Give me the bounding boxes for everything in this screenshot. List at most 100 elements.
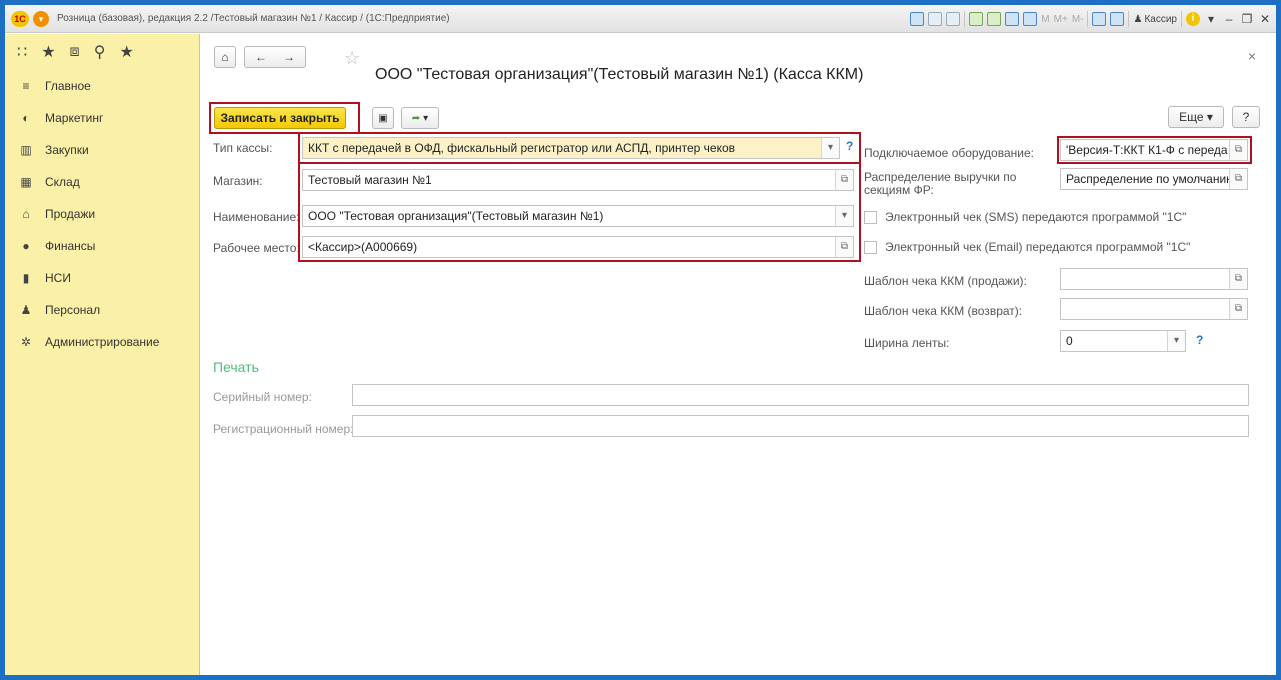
highlight-frame-register-type [298, 132, 861, 164]
link-copy-icon[interactable] [987, 12, 1002, 26]
person-icon: ♟ [20, 303, 32, 317]
sidebar-item-sales[interactable]: ⌂ Продажи [5, 198, 199, 230]
more-label: Еще [1179, 110, 1204, 124]
sidebar-item-warehouse[interactable]: ▦ Склад [5, 166, 199, 198]
reg-field[interactable] [352, 415, 1249, 437]
favorite-star-icon[interactable]: ☆ [344, 48, 360, 69]
tape-width-field[interactable]: 0 ▾ [1060, 330, 1186, 352]
calendar-icon[interactable] [1023, 12, 1038, 26]
email-checkbox[interactable] [864, 240, 877, 254]
distribution-field[interactable]: Распределение по умолчанию ⧉ [1060, 168, 1248, 190]
sidebar-item-label: Маркетинг [45, 111, 104, 125]
minimize-button[interactable]: – [1222, 12, 1236, 26]
gear-icon: ✲ [20, 335, 32, 349]
sidebar: ∷ ★ ⧈ ⚲ ★ ≡ Главное ◐ Маркетинг ▥ Закупк… [5, 34, 200, 675]
sms-check-row[interactable]: Электронный чек (SMS) передаются програм… [864, 210, 1186, 224]
user-name: Кассир [1144, 13, 1177, 25]
help-button[interactable]: ? [1232, 106, 1260, 128]
memory-plus-button[interactable]: M+ [1054, 14, 1068, 25]
sidebar-item-main[interactable]: ≡ Главное [5, 70, 199, 102]
save-document-button[interactable]: ▣ [372, 107, 394, 129]
form-title: ООО "Тестовая организация"(Тестовый мага… [375, 66, 864, 83]
tape-width-label: Ширина ленты: [864, 336, 950, 350]
open-icon[interactable]: ⧉ [1229, 269, 1247, 289]
sms-checkbox[interactable] [864, 210, 877, 224]
help-question-icon[interactable]: ? [1196, 333, 1203, 347]
search-icon[interactable]: ⚲ [94, 42, 106, 62]
template-return-field[interactable]: ⧉ [1060, 298, 1248, 320]
calculator-icon[interactable] [1005, 12, 1020, 26]
sidebar-item-label: Продажи [45, 207, 96, 221]
memory-m-button[interactable]: M [1041, 14, 1049, 25]
restore-button[interactable]: ❐ [1240, 12, 1254, 26]
chevron-down-icon[interactable]: ▾ [1167, 331, 1185, 351]
create-based-on-button[interactable]: ➦ ▾ [401, 107, 439, 129]
workplace-label: Рабочее место: [213, 241, 300, 255]
zoom-icon[interactable] [1092, 12, 1107, 26]
sidebar-item-label: Закупки [45, 143, 89, 157]
panel-icon[interactable] [1110, 12, 1125, 26]
sidebar-item-finance[interactable]: ● Финансы [5, 230, 199, 262]
email-check-row[interactable]: Электронный чек (Email) передаются прогр… [864, 240, 1190, 254]
serial-label: Серийный номер: [213, 390, 312, 404]
main-menu-button[interactable]: ▾ [33, 11, 49, 27]
save-icon[interactable] [910, 12, 925, 26]
app-window: 1С ▾ Розница (базовая), редакция 2.2 /Те… [0, 0, 1281, 680]
home-button[interactable]: ⌂ [214, 46, 236, 68]
sidebar-item-label: Администрирование [45, 335, 160, 349]
memory-minus-button[interactable]: M- [1072, 14, 1084, 25]
forward-arrow-icon[interactable]: → [283, 50, 295, 64]
close-form-icon[interactable]: × [1248, 48, 1256, 64]
app-logo: 1С [11, 11, 29, 27]
user-menu[interactable]: ♟ Кассир [1133, 14, 1177, 25]
register-type-label: Тип кассы: [213, 141, 273, 155]
highlight-frame-equipment [1057, 136, 1252, 164]
back-arrow-icon[interactable]: ← [255, 50, 267, 64]
notifications-bell-icon[interactable]: ★ [119, 42, 133, 62]
warehouse-icon: ▦ [20, 175, 32, 189]
preview-icon[interactable] [946, 12, 961, 26]
template-sale-field[interactable]: ⧉ [1060, 268, 1248, 290]
tape-width-value: 0 [1066, 334, 1073, 348]
nav-buttons: ← → [244, 46, 306, 68]
sidebar-item-label: Склад [45, 175, 80, 189]
sidebar-item-marketing[interactable]: ◐ Маркетинг [5, 102, 199, 134]
close-window-button[interactable]: ✕ [1258, 12, 1272, 26]
serial-field[interactable] [352, 384, 1249, 406]
coin-icon: ● [22, 239, 30, 253]
window-title: Розница (базовая), редакция 2.2 /Тестовы… [57, 13, 450, 24]
home-icon: ⌂ [221, 50, 229, 64]
form-area: ⌂ ← → ☆ ООО "Тестовая организация"(Тесто… [200, 34, 1276, 675]
user-icon: ♟ [1133, 13, 1143, 25]
marketing-icon: ◐ [22, 111, 30, 125]
favorites-star-icon[interactable]: ★ [41, 42, 55, 62]
info-icon[interactable]: i [1186, 12, 1200, 26]
title-toolbar: M M+ M- ♟ Кассир i ▾ – ❐ ✕ [910, 9, 1272, 29]
apps-grid-icon[interactable]: ∷ [17, 42, 27, 62]
history-icon[interactable]: ⧈ [70, 43, 80, 61]
menu-lines-icon: ≡ [22, 79, 30, 93]
link-icon[interactable] [969, 12, 984, 26]
print-icon[interactable] [928, 12, 943, 26]
email-check-label: Электронный чек (Email) передаются прогр… [885, 240, 1191, 254]
sidebar-item-personnel[interactable]: ♟ Персонал [5, 294, 199, 326]
template-return-label: Шаблон чека ККМ (возврат): [864, 304, 1023, 318]
more-button[interactable]: Еще ▾ [1168, 106, 1224, 128]
highlight-frame-fields [298, 164, 861, 262]
sidebar-item-label: Персонал [45, 303, 101, 317]
sidebar-item-label: Финансы [45, 239, 96, 253]
sidebar-item-administration[interactable]: ✲ Администрирование [5, 326, 199, 358]
template-sale-label: Шаблон чека ККМ (продажи): [864, 274, 1027, 288]
open-icon[interactable]: ⧉ [1229, 299, 1247, 319]
sms-check-label: Электронный чек (SMS) передаются програм… [885, 210, 1187, 224]
basket-icon: ⌂ [22, 207, 30, 221]
sidebar-item-label: НСИ [45, 271, 71, 285]
sidebar-item-purchases[interactable]: ▥ Закупки [5, 134, 199, 166]
sidebar-item-label: Главное [45, 79, 91, 93]
reg-label: Регистрационный номер: [213, 422, 354, 436]
open-icon[interactable]: ⧉ [1229, 169, 1247, 189]
highlight-frame-save [209, 102, 360, 134]
sidebar-item-nsi[interactable]: ▮ НСИ [5, 262, 199, 294]
dropdown-icon[interactable]: ▾ [1204, 12, 1218, 26]
chevron-down-icon: ▾ [423, 112, 429, 124]
